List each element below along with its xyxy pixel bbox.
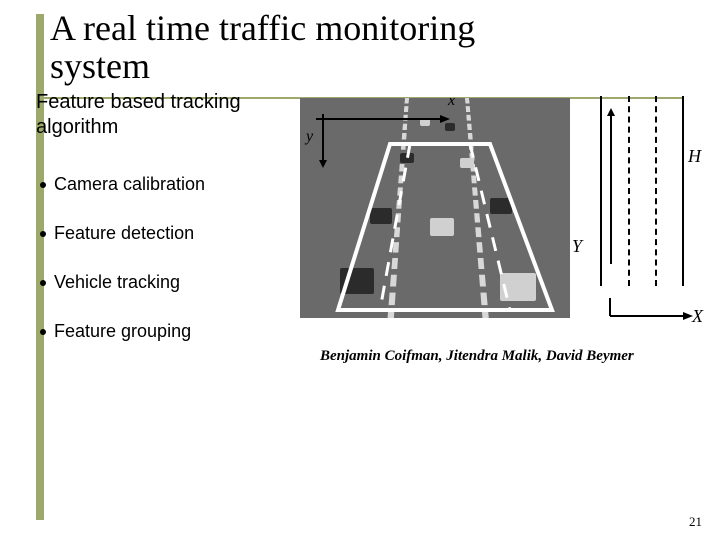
list-item: Camera calibration bbox=[40, 174, 300, 195]
list-item: Vehicle tracking bbox=[40, 272, 300, 293]
bullet-text: Feature detection bbox=[54, 223, 194, 244]
bullet-icon bbox=[40, 231, 46, 237]
bullet-text: Camera calibration bbox=[54, 174, 205, 195]
bullet-text: Feature grouping bbox=[54, 321, 191, 342]
bullet-icon bbox=[40, 182, 46, 188]
highway-photo: x y bbox=[300, 98, 570, 318]
page-number: 21 bbox=[689, 514, 702, 530]
bullet-icon bbox=[40, 280, 46, 286]
world-axes-origin bbox=[605, 296, 685, 336]
vehicle-icon bbox=[500, 273, 536, 301]
world-axis-x-label: X bbox=[692, 306, 703, 327]
vehicle-icon bbox=[430, 218, 454, 236]
figure: x y H Y bbox=[280, 86, 700, 336]
vehicle-icon bbox=[370, 208, 392, 224]
world-axis-y-text: Y bbox=[572, 236, 582, 256]
slide: A real time traffic monitoring system Fe… bbox=[0, 0, 720, 540]
vehicle-icon bbox=[340, 268, 374, 294]
slide-title: A real time traffic monitoring system bbox=[50, 10, 570, 86]
bullet-text: Vehicle tracking bbox=[54, 272, 180, 293]
list-item: Feature detection bbox=[40, 223, 300, 244]
lane-dash-icon bbox=[628, 96, 630, 286]
image-axis-x-label: x bbox=[448, 98, 455, 110]
vehicle-icon bbox=[445, 123, 455, 131]
arrow-up-icon bbox=[606, 106, 616, 266]
lane-dash-icon bbox=[655, 96, 657, 286]
world-axis-h-label: H bbox=[688, 146, 701, 167]
bullet-icon bbox=[40, 329, 46, 335]
figure-caption: Benjamin Coifman, Jitendra Malik, David … bbox=[320, 348, 720, 365]
arrow-down-icon bbox=[318, 108, 328, 168]
subtitle: Feature based tracking algorithm bbox=[36, 90, 296, 140]
image-axis-y-label: y bbox=[306, 128, 313, 146]
list-item: Feature grouping bbox=[40, 321, 300, 342]
bullet-list: Camera calibration Feature detection Veh… bbox=[40, 174, 300, 370]
world-axis-y-label: Y bbox=[572, 236, 582, 257]
axes-icon bbox=[605, 296, 695, 336]
vehicle-icon bbox=[400, 153, 414, 163]
vehicle-icon bbox=[460, 158, 474, 168]
vehicle-icon bbox=[490, 198, 512, 214]
